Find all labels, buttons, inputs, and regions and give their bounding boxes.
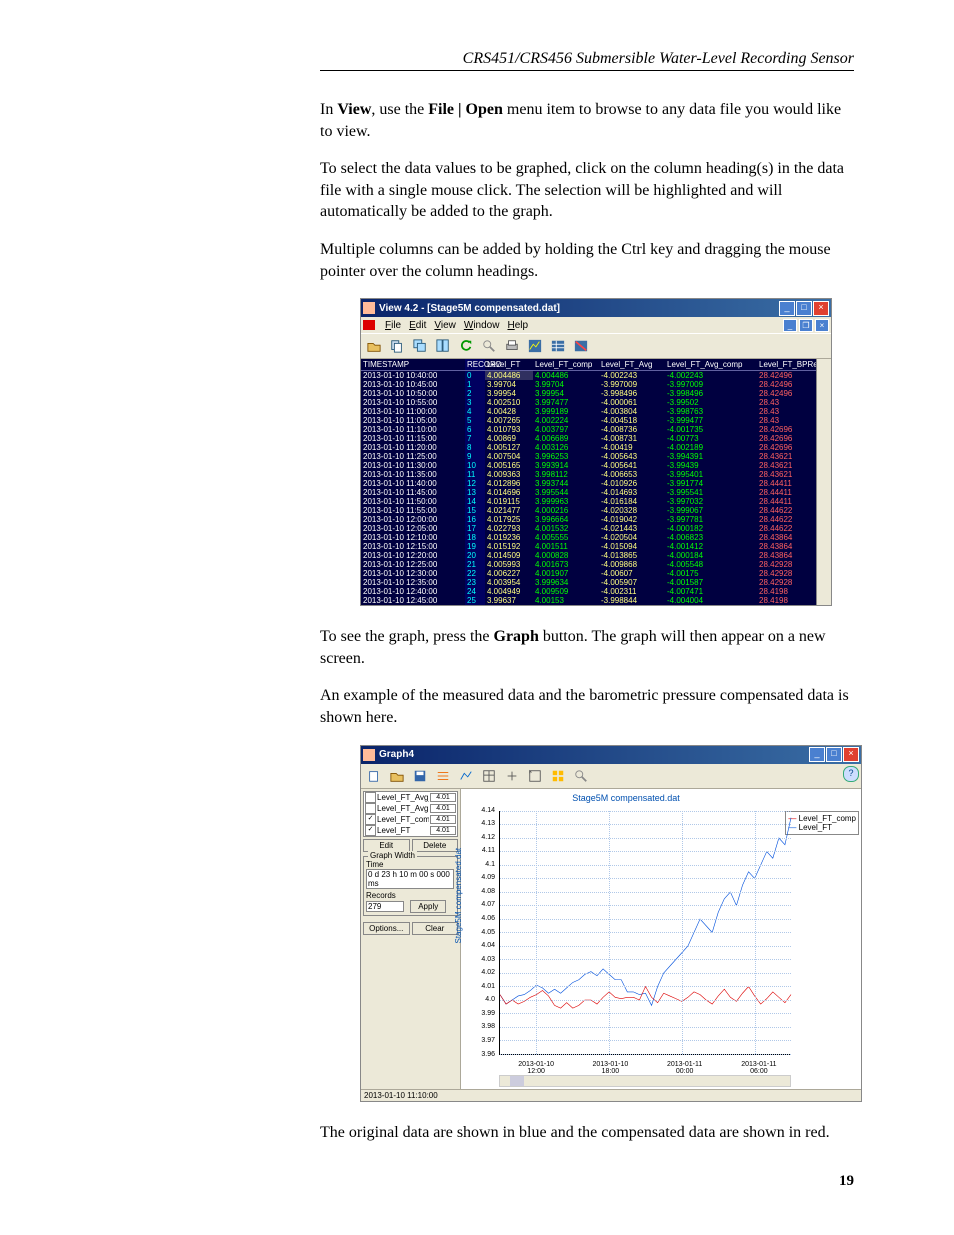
- mdi-minimize-button[interactable]: _: [783, 319, 797, 332]
- menu-file[interactable]: File: [385, 320, 401, 331]
- menu-edit[interactable]: Edit: [409, 320, 426, 331]
- tile-icon[interactable]: [432, 336, 454, 356]
- paragraph-6: The original data are shown in blue and …: [320, 1122, 854, 1144]
- help-icon[interactable]: ?: [843, 766, 859, 782]
- grid-off-icon[interactable]: [570, 336, 592, 356]
- txt: In: [320, 101, 337, 118]
- chart-legend: — Level_FT_comp — Level_FT: [785, 811, 859, 835]
- open-icon[interactable]: [386, 766, 408, 786]
- menu-help[interactable]: Help: [507, 320, 528, 331]
- minimize-button[interactable]: _: [809, 747, 825, 762]
- page-number: 19: [100, 1173, 854, 1190]
- grid-toggle-icon[interactable]: [547, 336, 569, 356]
- paragraph-4: To see the graph, press the Graph button…: [320, 626, 854, 669]
- txt-bold: File | Open: [428, 101, 503, 118]
- screenshot-view-window: View 4.2 - [Stage5M compensated.dat] _ □…: [360, 298, 832, 606]
- menu-window[interactable]: Window: [464, 320, 500, 331]
- horizontal-scrollbar[interactable]: [499, 1075, 791, 1087]
- paragraph-5: An example of the measured data and the …: [320, 685, 854, 728]
- records-label: Records: [366, 891, 455, 900]
- chart-icon[interactable]: [455, 766, 477, 786]
- zoom-icon[interactable]: [570, 766, 592, 786]
- minimize-button[interactable]: _: [779, 301, 795, 316]
- clear-button[interactable]: Clear: [412, 922, 459, 935]
- save-icon[interactable]: [409, 766, 431, 786]
- vertical-scrollbar[interactable]: [816, 359, 831, 605]
- fit-icon[interactable]: [524, 766, 546, 786]
- paragraph-1: In View, use the File | Open menu item t…: [320, 99, 854, 142]
- screenshot-graph-window: Graph4 _ □ × ? Level_FT_Avg_com4.01Level…: [360, 745, 862, 1102]
- menubar: File Edit View Window Help _ ❐ ×: [361, 317, 831, 334]
- legend-item: Level_FT: [799, 823, 832, 832]
- open-icon[interactable]: [363, 336, 385, 356]
- close-button[interactable]: ×: [843, 747, 859, 762]
- mdi-restore-button[interactable]: ❐: [799, 319, 813, 332]
- menu-view[interactable]: View: [434, 320, 456, 331]
- titlebar[interactable]: Graph4 _ □ ×: [361, 746, 861, 764]
- toolbar: [361, 334, 831, 359]
- maximize-button[interactable]: □: [796, 301, 812, 316]
- y-axis-label: Stage5M compensated.dat: [454, 847, 463, 943]
- window-title: View 4.2 - [Stage5M compensated.dat]: [379, 303, 779, 314]
- grid-icon[interactable]: [547, 766, 569, 786]
- paragraph-3: Multiple columns can be added by holding…: [320, 239, 854, 282]
- window-title: Graph4: [379, 749, 809, 760]
- status-bar: 2013-01-10 11:10:00: [361, 1089, 861, 1101]
- apply-button[interactable]: Apply: [410, 900, 446, 913]
- graph-toolbar: ?: [361, 764, 861, 789]
- data-grid[interactable]: TIMESTAMPRECORDLevel_FTLevel_FT_compLeve…: [361, 359, 816, 605]
- close-button[interactable]: ×: [813, 301, 829, 316]
- copy-icon[interactable]: [386, 336, 408, 356]
- cascade-icon[interactable]: [409, 336, 431, 356]
- page-header: CRS451/CRS456 Submersible Water-Level Re…: [320, 50, 854, 71]
- graph-width-fieldset: Graph Width Time 0 d 23 h 10 m 00 s 000 …: [363, 856, 458, 916]
- txt-bold: View: [337, 101, 371, 118]
- txt-bold: Graph: [494, 628, 539, 645]
- options-button[interactable]: Options...: [363, 922, 410, 935]
- table-icon[interactable]: [478, 766, 500, 786]
- mdi-close-button[interactable]: ×: [815, 319, 829, 332]
- chart-area[interactable]: Stage5M compensated.dat — Level_FT_comp …: [461, 789, 861, 1089]
- copy-icon[interactable]: [363, 766, 385, 786]
- txt: To see the graph, press the: [320, 628, 494, 645]
- app-icon: [363, 749, 375, 761]
- series-panel: Level_FT_Avg_com4.01Level_FT_Avg4.01✓Lev…: [361, 789, 461, 1089]
- status-text: 2013-01-10 11:10:00: [364, 1091, 438, 1100]
- txt: , use the: [371, 101, 428, 118]
- maximize-button[interactable]: □: [826, 747, 842, 762]
- chart-title: Stage5M compensated.dat: [461, 793, 791, 803]
- records-input[interactable]: 279: [366, 901, 404, 912]
- print-icon[interactable]: [501, 336, 523, 356]
- cursor-icon[interactable]: [501, 766, 523, 786]
- legend-label: Graph Width: [368, 851, 417, 860]
- zoom-icon[interactable]: [478, 336, 500, 356]
- app-icon: [363, 302, 375, 314]
- legend-item: Level_FT_comp: [799, 814, 856, 823]
- graph-icon[interactable]: [524, 336, 546, 356]
- mdi-icon: [363, 320, 375, 330]
- delete-button[interactable]: Delete: [412, 839, 459, 852]
- paragraph-2: To select the data values to be graphed,…: [320, 158, 854, 223]
- time-label: Time: [366, 860, 455, 869]
- lines-icon[interactable]: [432, 766, 454, 786]
- refresh-icon[interactable]: [455, 336, 477, 356]
- time-input[interactable]: 0 d 23 h 10 m 00 s 000 ms: [366, 869, 454, 889]
- titlebar[interactable]: View 4.2 - [Stage5M compensated.dat] _ □…: [361, 299, 831, 317]
